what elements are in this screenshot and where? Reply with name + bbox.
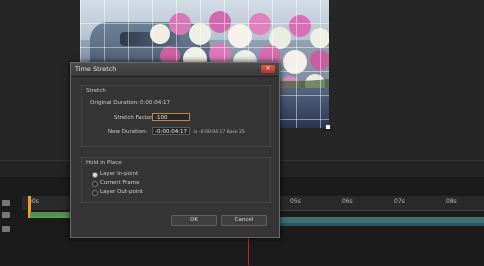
- stretch-group: Stretch Original Duration: 0:00:04:17 St…: [81, 85, 271, 147]
- ruler-tick-label: 08s: [446, 198, 457, 205]
- dialog-title: Time Stretch: [75, 65, 117, 73]
- new-duration-note: is -0:00:04:17 Base 25: [194, 130, 245, 135]
- transform-handle[interactable]: [326, 125, 330, 129]
- dialog-titlebar[interactable]: Time Stretch ×: [71, 63, 279, 77]
- ruler-tick-label: 07s: [394, 198, 405, 205]
- toggle-icon[interactable]: [2, 200, 10, 206]
- hold-group-label: Hold in Place: [86, 160, 122, 166]
- eye-icon[interactable]: [2, 212, 10, 218]
- hold-in-place-group: Hold in Place Layer In-point Current Fra…: [81, 157, 271, 203]
- timeline-tools: [0, 196, 22, 266]
- work-area-bar[interactable]: [30, 216, 70, 218]
- radio-label-layer-out-point: Layer Out-point: [100, 189, 144, 195]
- layer-duration-bar-lower[interactable]: [278, 223, 484, 226]
- time-ruler[interactable]: 05s 06s 07s 08s: [278, 196, 484, 211]
- radio-layer-in-point[interactable]: [92, 172, 98, 178]
- stretch-group-label: Stretch: [86, 88, 106, 94]
- layer-switch-icon[interactable]: [2, 226, 10, 232]
- new-duration-field[interactable]: -0:00:04:17: [152, 127, 190, 135]
- ok-button[interactable]: OK: [171, 215, 217, 226]
- original-duration-value: 0:00:04:17: [140, 100, 171, 106]
- ruler-tick-label: 06s: [342, 198, 353, 205]
- radio-layer-out-point[interactable]: [92, 190, 98, 196]
- radio-label-layer-in-point: Layer In-point: [100, 171, 139, 177]
- stretch-factor-field[interactable]: -100: [152, 113, 190, 121]
- close-icon[interactable]: ×: [261, 65, 275, 73]
- original-duration-label: Original Duration:: [90, 100, 140, 106]
- radio-current-frame[interactable]: [92, 181, 98, 187]
- ruler-tick-label: 05s: [290, 198, 301, 205]
- new-duration-label: New Duration:: [108, 129, 148, 135]
- radio-label-current-frame: Current Frame: [100, 180, 140, 186]
- stretch-factor-label: Stretch Factor:: [114, 115, 155, 121]
- cancel-button[interactable]: Cancel: [221, 215, 267, 226]
- time-stretch-dialog: Time Stretch × Stretch Original Duration…: [70, 62, 280, 238]
